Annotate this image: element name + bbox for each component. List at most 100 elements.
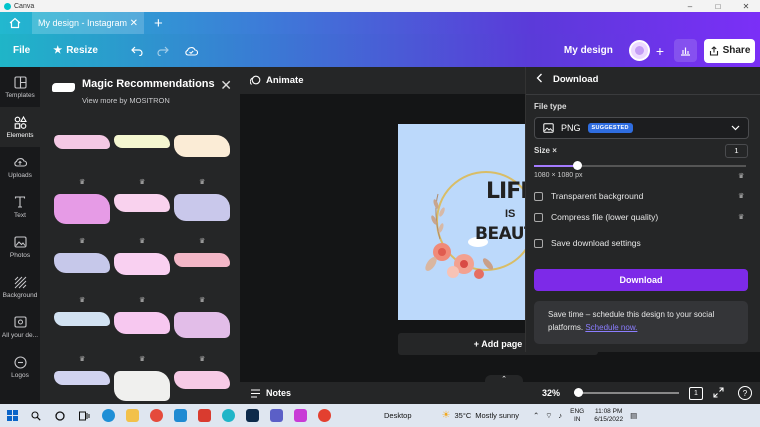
add-collaborator-button[interactable]: + (656, 43, 664, 59)
undo-button[interactable] (131, 46, 143, 56)
option-label: Compress file (lower quality) (551, 212, 659, 222)
transparent-background-option[interactable]: Transparent background (534, 191, 643, 201)
temperature: 35°C (454, 411, 472, 420)
cortana-button[interactable] (48, 404, 72, 427)
network-icon[interactable]: ⌔ (545, 411, 552, 421)
size-slider-knob[interactable] (573, 161, 582, 170)
brush-stroke-element[interactable]: ♛ (174, 131, 230, 190)
taskbar-app-media[interactable] (192, 404, 216, 427)
taskbar-app-paint[interactable] (312, 404, 336, 427)
file-menu[interactable]: File (13, 45, 30, 56)
home-button[interactable] (0, 12, 30, 34)
rail-item-text[interactable]: Text (0, 187, 40, 227)
tray-chevron-icon[interactable]: ⌃ (533, 411, 539, 420)
download-panel: Download File type PNG SUGGESTED Size × … (525, 67, 760, 352)
compress-file-option[interactable]: Compress file (lower quality) (534, 212, 658, 222)
taskbar-app-canva[interactable] (216, 404, 240, 427)
brush-stroke-element[interactable]: ♛ (174, 190, 230, 249)
taskbar-app-edge[interactable] (96, 404, 120, 427)
file-type-select[interactable]: PNG SUGGESTED (534, 117, 749, 139)
brush-stroke-element[interactable]: ♛ (174, 249, 230, 308)
transparent-background-checkbox[interactable] (534, 191, 543, 201)
brush-stroke-element[interactable]: ♛ (54, 308, 110, 367)
zoom-slider[interactable] (574, 388, 679, 397)
insights-button[interactable] (674, 39, 697, 62)
brush-stroke-element[interactable]: ♛ (54, 249, 110, 308)
resize-button[interactable]: ★ Resize (53, 45, 98, 56)
save-status-button[interactable] (184, 46, 198, 56)
language-indicator[interactable]: ENG IN (570, 408, 584, 424)
view-more-link[interactable]: View more by MOSITRON (82, 96, 170, 105)
close-panel-button[interactable]: ✕ (220, 77, 232, 94)
pro-crown-icon: ♛ (199, 297, 206, 304)
taskbar-app-teams[interactable] (264, 404, 288, 427)
clock[interactable]: 11:08 PM 6/15/2022 (594, 408, 623, 424)
close-window-button[interactable]: ✕ (732, 2, 760, 11)
brush-stroke-element[interactable]: ♛ (114, 190, 170, 249)
save-settings-option[interactable]: Save download settings (534, 238, 641, 248)
maximize-button[interactable]: □ (704, 2, 732, 11)
brush-stroke-element[interactable]: ♛ (114, 367, 170, 404)
file-type-label: File type (534, 102, 567, 111)
taskbar-app-explorer[interactable] (120, 404, 144, 427)
taskbar-app-photoshop[interactable] (240, 404, 264, 427)
tab-my-design[interactable]: My design - Instagram ... ✕ (32, 12, 144, 34)
rail-item-templates[interactable]: Templates (0, 67, 40, 107)
photoshop-icon (245, 409, 259, 422)
editor-toolbar: File ★ Resize My design + Share (0, 34, 760, 67)
design-text-beautiful[interactable]: BEAUTIF (475, 224, 526, 244)
rail-item-all-your-designs[interactable]: All your de... (0, 307, 40, 347)
brush-stroke-element[interactable]: ♛ (54, 131, 110, 190)
size-slider[interactable] (534, 161, 746, 170)
brush-stroke-element[interactable]: ♛ (114, 249, 170, 308)
size-input[interactable]: 1 (725, 144, 748, 158)
rail-item-logos[interactable]: Logos (0, 347, 40, 387)
new-tab-button[interactable]: + (154, 15, 163, 32)
download-button[interactable]: Download (534, 269, 748, 291)
brush-stroke-element[interactable]: ♛ (54, 190, 110, 249)
design-text-life[interactable]: LIFE (486, 179, 526, 204)
avatar[interactable] (628, 40, 650, 61)
brush-stroke-element[interactable]: ♛ (114, 131, 170, 190)
taskbar-app-chrome[interactable] (144, 404, 168, 427)
brush-stroke-element[interactable]: ♛ (174, 367, 230, 404)
zoom-slider-knob[interactable] (574, 388, 583, 397)
search-button[interactable] (24, 404, 48, 427)
schedule-now-link[interactable]: Schedule now. (585, 323, 637, 332)
brush-stroke-element[interactable]: ♛ (114, 308, 170, 367)
minimize-button[interactable]: – (676, 2, 704, 11)
start-button[interactable] (0, 404, 24, 427)
home-icon (9, 17, 21, 29)
share-button[interactable]: Share (704, 38, 755, 63)
back-button[interactable] (536, 73, 543, 86)
redo-button[interactable] (157, 46, 169, 56)
volume-icon[interactable]: ♪ (558, 411, 562, 420)
tab-close-button[interactable]: ✕ (130, 18, 138, 29)
zoom-level[interactable]: 32% (542, 388, 560, 398)
brush-stroke-element[interactable]: ♛ (54, 367, 110, 404)
rail-item-elements[interactable]: Elements (0, 107, 40, 147)
rail-item-background[interactable]: Background (0, 267, 40, 307)
design-page[interactable]: LIFE IS BEAUTIF (398, 124, 526, 320)
fullscreen-button[interactable] (713, 386, 724, 400)
weather-widget[interactable]: ☀ 35°C Mostly sunny (442, 410, 520, 421)
desktop-toolbar[interactable]: Desktop (384, 411, 412, 420)
save-settings-checkbox[interactable] (534, 238, 543, 248)
animate-button[interactable]: Animate (240, 67, 525, 94)
rail-item-uploads[interactable]: Uploads (0, 147, 40, 187)
help-button[interactable]: ? (738, 386, 752, 400)
page-count-button[interactable]: 1 (689, 386, 703, 400)
design-text-is[interactable]: IS (505, 208, 515, 220)
taskbar-app-vscode[interactable] (168, 404, 192, 427)
swatch-row: ♛ ♛ ♛ (54, 131, 230, 190)
design-name[interactable]: My design (564, 45, 613, 56)
task-view-button[interactable] (72, 404, 96, 427)
notification-icon[interactable]: ▤ (630, 411, 637, 420)
compress-file-checkbox[interactable] (534, 212, 543, 222)
brush-stroke-shape (54, 371, 110, 385)
taskbar-app-picsart[interactable] (288, 404, 312, 427)
brush-stroke-element[interactable]: ♛ (174, 308, 230, 367)
option-label: Transparent background (551, 191, 644, 201)
notes-button[interactable]: Notes (250, 388, 291, 398)
rail-item-photos[interactable]: Photos (0, 227, 40, 267)
